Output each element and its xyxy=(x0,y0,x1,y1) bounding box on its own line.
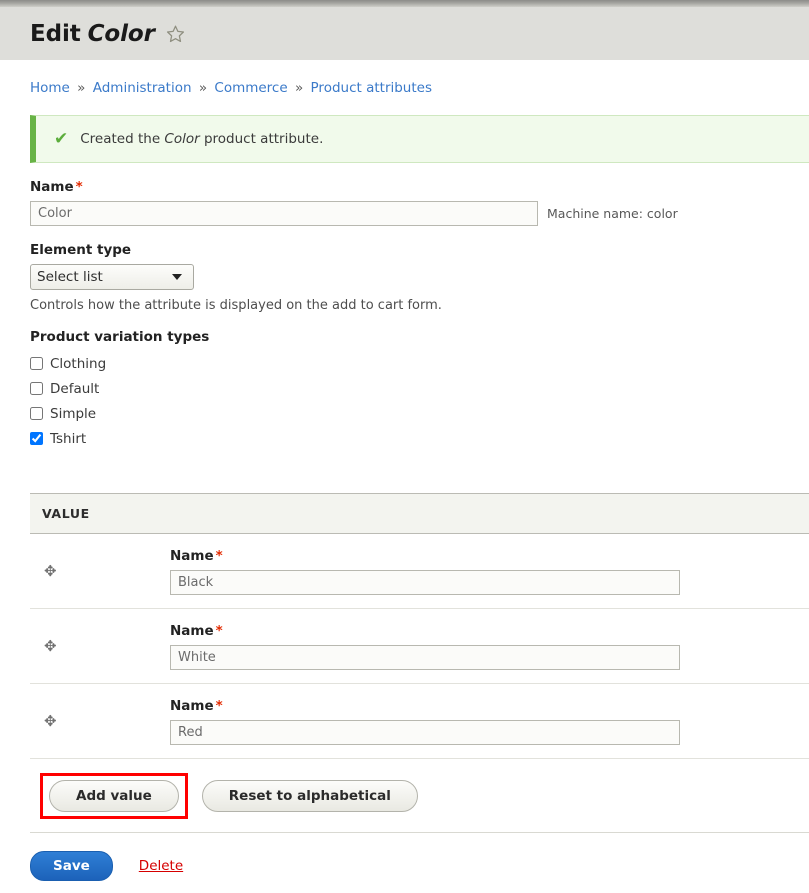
value-name-label: Name* xyxy=(170,623,809,639)
drag-cell: ✥ xyxy=(30,714,170,729)
value-fields: Name* xyxy=(170,548,809,595)
value-name-label-text: Name xyxy=(170,623,214,639)
table-header-row: VALUE xyxy=(30,494,809,534)
checkbox-clothing[interactable] xyxy=(30,357,43,370)
attribute-form: Name* Machine name: color Element type S… xyxy=(0,179,809,451)
variation-types-checkbox-list: Clothing Default Simple Tshirt xyxy=(30,351,809,451)
checkbox-row-default[interactable]: Default xyxy=(30,376,809,401)
drag-handle-icon[interactable]: ✥ xyxy=(44,714,57,729)
drag-cell: ✥ xyxy=(30,564,170,579)
checkbox-label-simple[interactable]: Simple xyxy=(50,406,96,422)
checkbox-row-clothing[interactable]: Clothing xyxy=(30,351,809,376)
breadcrumb-separator: » xyxy=(292,80,306,96)
required-marker: * xyxy=(214,548,223,564)
value-fields: Name* xyxy=(170,698,809,745)
status-text-before: Created the xyxy=(80,131,160,147)
name-field-label: Name* xyxy=(30,179,809,195)
check-icon: ✔ xyxy=(54,131,68,148)
page-header: Edit Color xyxy=(0,7,809,60)
table-row: ✥ Name* xyxy=(30,684,809,759)
element-type-help-text: Controls how the attribute is displayed … xyxy=(30,298,809,313)
value-name-label: Name* xyxy=(170,548,809,564)
status-message-text: Created the Color product attribute. xyxy=(80,131,323,147)
value-name-input[interactable] xyxy=(170,720,680,745)
reset-to-alphabetical-button[interactable]: Reset to alphabetical xyxy=(202,780,418,812)
table-row: ✥ Name* xyxy=(30,534,809,609)
page-title-prefix: Edit xyxy=(30,21,81,47)
form-footer-actions: Save Delete xyxy=(30,851,809,881)
favorite-star-icon[interactable] xyxy=(166,24,185,48)
element-type-label: Element type xyxy=(30,242,809,258)
checkbox-row-tshirt[interactable]: Tshirt xyxy=(30,426,809,451)
breadcrumb-separator: » xyxy=(196,80,210,96)
delete-link[interactable]: Delete xyxy=(139,858,183,874)
breadcrumb-separator: » xyxy=(74,80,88,96)
checkbox-row-simple[interactable]: Simple xyxy=(30,401,809,426)
breadcrumb-item-administration[interactable]: Administration xyxy=(93,80,192,96)
checkbox-label-tshirt[interactable]: Tshirt xyxy=(50,431,86,447)
drag-handle-icon[interactable]: ✥ xyxy=(44,564,57,579)
drag-cell: ✥ xyxy=(30,639,170,654)
attribute-values-table: VALUE ✥ Name* ✥ Name* ✥ Name* xyxy=(30,493,809,833)
save-button[interactable]: Save xyxy=(30,851,113,881)
status-text-after: product attribute. xyxy=(204,131,323,147)
breadcrumb-item-product-attributes[interactable]: Product attributes xyxy=(311,80,432,96)
breadcrumb-item-home[interactable]: Home xyxy=(30,80,70,96)
required-marker: * xyxy=(214,698,223,714)
name-input[interactable] xyxy=(30,201,538,226)
value-name-label-text: Name xyxy=(170,698,214,714)
checkbox-label-clothing[interactable]: Clothing xyxy=(50,356,106,372)
value-name-input[interactable] xyxy=(170,570,680,595)
variation-types-label: Product variation types xyxy=(30,329,809,345)
window-top-bar xyxy=(0,0,809,7)
checkbox-default[interactable] xyxy=(30,382,43,395)
value-fields: Name* xyxy=(170,623,809,670)
page-title-entity: Color xyxy=(88,21,155,47)
checkbox-simple[interactable] xyxy=(30,407,43,420)
name-label-text: Name xyxy=(30,179,74,195)
page-title: Edit Color xyxy=(30,21,185,47)
value-name-label-text: Name xyxy=(170,548,214,564)
breadcrumb: Home » Administration » Commerce » Produ… xyxy=(0,60,809,96)
table-action-bar: Add value Reset to alphabetical xyxy=(30,759,809,833)
machine-name-label: Machine name: color xyxy=(547,206,678,221)
value-name-input[interactable] xyxy=(170,645,680,670)
required-marker: * xyxy=(214,623,223,639)
drag-handle-icon[interactable]: ✥ xyxy=(44,639,57,654)
element-type-select-wrap: Select list xyxy=(30,264,194,290)
breadcrumb-item-commerce[interactable]: Commerce xyxy=(214,80,287,96)
status-message-success: ✔ Created the Color product attribute. xyxy=(30,115,809,163)
element-type-select[interactable]: Select list xyxy=(30,264,194,290)
table-row: ✥ Name* xyxy=(30,609,809,684)
checkbox-label-default[interactable]: Default xyxy=(50,381,99,397)
value-name-label: Name* xyxy=(170,698,809,714)
column-header-value: VALUE xyxy=(42,506,90,521)
status-text-entity: Color xyxy=(164,131,199,147)
required-marker: * xyxy=(74,179,83,195)
add-value-button[interactable]: Add value xyxy=(49,780,179,812)
add-value-highlight: Add value xyxy=(40,773,188,819)
name-field-row: Machine name: color xyxy=(30,201,809,226)
checkbox-tshirt[interactable] xyxy=(30,432,43,445)
